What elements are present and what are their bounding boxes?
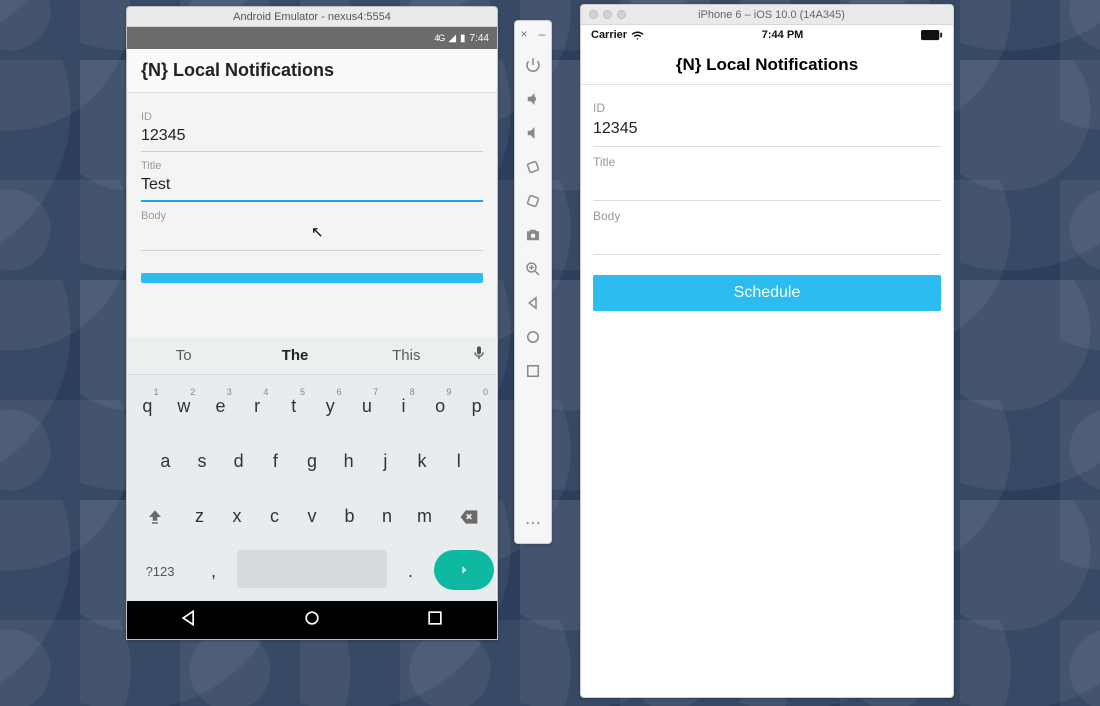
android-navbar — [127, 601, 497, 639]
home-nav-icon[interactable] — [302, 608, 322, 633]
key-b[interactable]: b — [332, 495, 368, 539]
home-icon[interactable] — [519, 323, 547, 351]
power-icon[interactable] — [519, 51, 547, 79]
rotate-right-icon[interactable] — [519, 187, 547, 215]
back-nav-icon[interactable] — [179, 608, 199, 633]
camera-icon[interactable] — [519, 221, 547, 249]
key-e[interactable]: 3e — [203, 385, 238, 429]
period-key[interactable]: . — [389, 550, 432, 594]
keyboard-suggestion-bar: To The This — [128, 337, 496, 375]
actionbar-title: {N} Local Notifications — [141, 60, 334, 81]
suggestion-1[interactable]: To — [128, 347, 239, 364]
key-j[interactable]: j — [368, 440, 403, 484]
body-label: Body — [593, 209, 941, 223]
battery-icon: ▮ — [460, 33, 466, 44]
rotate-left-icon[interactable] — [519, 153, 547, 181]
key-r[interactable]: 4r — [240, 385, 275, 429]
ios-statusbar: Carrier 7:44 PM — [581, 25, 953, 45]
ios-nav-title: {N} Local Notifications — [676, 55, 858, 75]
emulator-side-toolbar: × – ⋯ — [514, 20, 552, 544]
android-emulator-window: Android Emulator - nexus4:5554 4G ◢ ▮ 7:… — [126, 6, 498, 640]
key-f[interactable]: f — [258, 440, 293, 484]
ios-navbar: {N} Local Notifications — [581, 45, 953, 85]
title-input[interactable] — [593, 169, 941, 201]
key-d[interactable]: d — [221, 440, 256, 484]
network-indicator: 4G — [434, 33, 444, 43]
shift-key[interactable] — [130, 495, 180, 539]
ios-form: ID Title Body Schedule — [581, 85, 953, 319]
title-label: Title — [593, 155, 941, 169]
wifi-icon — [631, 29, 644, 42]
ios-screen: Carrier 7:44 PM {N} Local Notifications … — [581, 25, 953, 697]
mic-icon[interactable] — [462, 345, 496, 366]
key-t[interactable]: 5t — [276, 385, 311, 429]
android-window-title: Android Emulator - nexus4:5554 — [127, 7, 497, 27]
zoom-icon[interactable] — [519, 255, 547, 283]
overview-icon[interactable] — [519, 357, 547, 385]
more-icon[interactable]: ⋯ — [519, 509, 547, 537]
key-l[interactable]: l — [441, 440, 476, 484]
ios-simulator-window: iPhone 6 – iOS 10.0 (14A345) Carrier 7:4… — [580, 4, 954, 698]
ios-statusbar-time: 7:44 PM — [762, 29, 804, 41]
traffic-lights[interactable] — [581, 10, 626, 19]
back-icon[interactable] — [519, 289, 547, 317]
body-input[interactable] — [141, 222, 483, 251]
schedule-button[interactable]: Schedule — [593, 275, 941, 311]
key-m[interactable]: m — [407, 495, 443, 539]
id-label: ID — [593, 101, 941, 115]
body-input[interactable] — [593, 223, 941, 255]
battery-icon — [921, 30, 943, 41]
key-z[interactable]: z — [182, 495, 218, 539]
key-a[interactable]: a — [148, 440, 183, 484]
key-h[interactable]: h — [331, 440, 366, 484]
key-k[interactable]: k — [405, 440, 440, 484]
close-icon[interactable]: × — [518, 27, 530, 41]
id-label: ID — [141, 111, 483, 123]
signal-icon: ◢ — [448, 33, 456, 44]
suggestion-3[interactable]: This — [351, 347, 462, 364]
ios-window-title: iPhone 6 – iOS 10.0 (14A345) — [626, 9, 953, 21]
ios-window-titlebar: iPhone 6 – iOS 10.0 (14A345) — [581, 5, 953, 25]
volume-up-icon[interactable] — [519, 85, 547, 113]
volume-down-icon[interactable] — [519, 119, 547, 147]
key-o[interactable]: 9o — [423, 385, 458, 429]
id-input[interactable] — [593, 115, 941, 147]
backspace-key[interactable] — [444, 495, 494, 539]
enter-key[interactable] — [434, 550, 494, 590]
android-actionbar: {N} Local Notifications — [127, 49, 497, 93]
schedule-button[interactable] — [141, 273, 483, 283]
keyboard-rows: 1q2w3e4r5t6y7u8i9o0p asdfghjkl zxcvbnm ?… — [128, 375, 496, 601]
android-form: ID Title Body — [127, 93, 497, 288]
id-input[interactable] — [141, 123, 483, 152]
key-q[interactable]: 1q — [130, 385, 165, 429]
body-label: Body — [141, 210, 483, 222]
title-label: Title — [141, 160, 483, 172]
symbols-key[interactable]: ?123 — [130, 550, 190, 594]
key-p[interactable]: 0p — [459, 385, 494, 429]
title-input[interactable] — [141, 172, 483, 202]
android-keyboard: To The This 1q2w3e4r5t6y7u8i9o0p asdfghj… — [128, 337, 496, 601]
comma-key[interactable]: , — [192, 550, 235, 594]
key-x[interactable]: x — [219, 495, 255, 539]
key-i[interactable]: 8i — [386, 385, 421, 429]
android-statusbar: 4G ◢ ▮ 7:44 — [127, 27, 497, 49]
suggestion-2[interactable]: The — [239, 347, 350, 364]
key-y[interactable]: 6y — [313, 385, 348, 429]
key-w[interactable]: 2w — [167, 385, 202, 429]
key-v[interactable]: v — [294, 495, 330, 539]
statusbar-time: 7:44 — [470, 33, 489, 44]
space-key[interactable] — [237, 550, 387, 588]
overview-nav-icon[interactable] — [425, 608, 445, 633]
key-g[interactable]: g — [295, 440, 330, 484]
carrier-label: Carrier — [591, 29, 627, 41]
key-n[interactable]: n — [369, 495, 405, 539]
key-c[interactable]: c — [257, 495, 293, 539]
key-s[interactable]: s — [185, 440, 220, 484]
key-u[interactable]: 7u — [350, 385, 385, 429]
minimize-icon[interactable]: – — [536, 27, 548, 41]
